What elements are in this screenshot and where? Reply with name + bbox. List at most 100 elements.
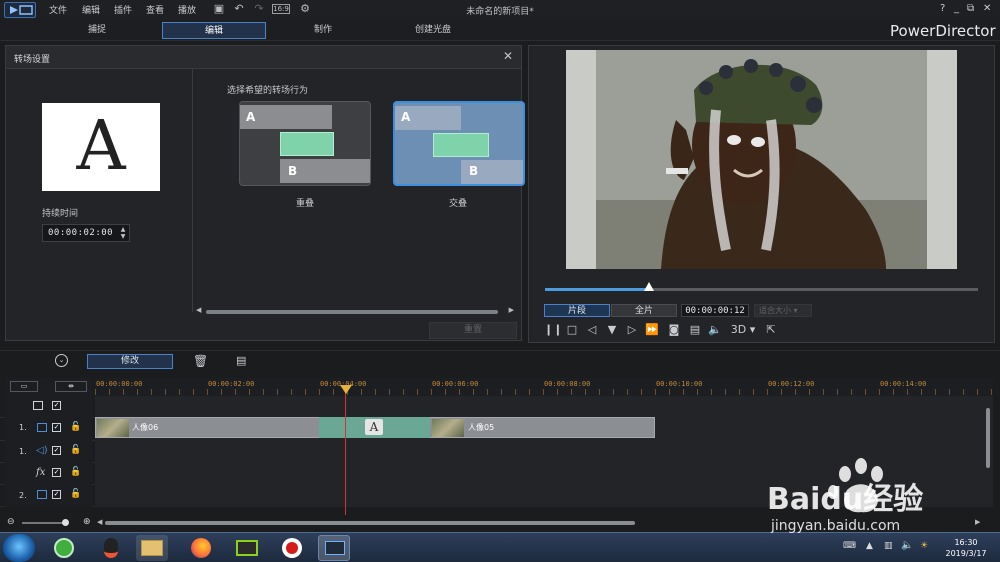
- close-button[interactable]: ✕: [983, 3, 991, 14]
- minimize-button[interactable]: _: [954, 3, 959, 14]
- zoom-in-icon[interactable]: ⊕: [83, 517, 91, 527]
- track-enable-checkbox[interactable]: ✓: [52, 423, 61, 432]
- weather-icon[interactable]: ☀: [920, 541, 928, 551]
- option-overlap-a: A: [246, 110, 256, 124]
- lock-icon[interactable]: 🔓: [70, 445, 81, 455]
- duration-stepper[interactable]: ▲ ▼: [119, 226, 127, 240]
- options-scrollbar[interactable]: ◀ ▶: [196, 306, 514, 316]
- close-icon[interactable]: ✕: [503, 49, 513, 63]
- menu-file[interactable]: 文件: [49, 3, 67, 16]
- duration-label: 持续时间: [42, 209, 79, 219]
- scroll-left-icon[interactable]: ◀: [97, 518, 102, 526]
- preview-viewer: 片段 全片 00:00:00:12 适合大小 ▾ ❙❙ □ ◁ ▼ ▷ ⏩ ◙ …: [528, 45, 995, 343]
- lock-icon[interactable]: 🔓: [70, 422, 81, 432]
- restore-button[interactable]: ⧉: [967, 3, 974, 14]
- panel-title: 转场设置: [14, 55, 51, 65]
- seek-thumb[interactable]: [643, 282, 654, 291]
- taskbar-app-qq[interactable]: [95, 535, 127, 561]
- scrollbar-thumb[interactable]: [105, 521, 635, 525]
- aspect-ratio-icon[interactable]: 16:9: [272, 4, 290, 14]
- duration-value[interactable]: 00:00:02:00: [48, 228, 113, 238]
- subtitle-icon[interactable]: ▤: [687, 322, 703, 338]
- track-enable-checkbox[interactable]: ✓: [52, 490, 61, 499]
- snapshot-icon[interactable]: ◙: [666, 322, 682, 338]
- track-enable-checkbox[interactable]: ✓: [52, 401, 61, 410]
- seek-bar[interactable]: [545, 282, 978, 291]
- taskbar-app-powerdirector[interactable]: [318, 535, 350, 561]
- movie-mode-button[interactable]: 全片: [611, 304, 677, 317]
- menu-play[interactable]: 播放: [178, 3, 196, 16]
- scroll-right-icon[interactable]: ▶: [975, 518, 980, 526]
- clip-properties-icon[interactable]: ▤: [236, 354, 246, 367]
- taskbar-app-editor[interactable]: [231, 535, 263, 561]
- tab-capture[interactable]: 捕捉: [45, 22, 149, 39]
- track-lane[interactable]: 人像06 人像05 A: [95, 415, 993, 441]
- tab-produce[interactable]: 制作: [271, 22, 375, 39]
- scroll-right-icon[interactable]: ▶: [509, 306, 514, 314]
- lock-icon[interactable]: 🔓: [70, 489, 81, 499]
- undo-icon[interactable]: ↶: [232, 2, 246, 16]
- fast-forward-icon[interactable]: ⏩: [644, 322, 660, 338]
- tab-edit[interactable]: 编辑: [162, 22, 266, 39]
- scrollbar-thumb[interactable]: [206, 310, 498, 314]
- tray-arrow-icon[interactable]: ▲: [866, 541, 873, 551]
- lock-icon[interactable]: 🔓: [70, 467, 81, 477]
- tracks-vertical-scrollbar[interactable]: [985, 400, 991, 512]
- tab-create-disc[interactable]: 创建光盘: [381, 22, 485, 39]
- taskbar-app-360[interactable]: [48, 535, 80, 561]
- start-button[interactable]: [3, 534, 35, 562]
- timeline-ruler[interactable]: 00:00:00:00 00:00:02:00 00:00:04:00 00:0…: [95, 378, 993, 396]
- volume-tray-icon[interactable]: 🔈: [901, 540, 913, 551]
- menu-view[interactable]: 查看: [146, 3, 164, 16]
- volume-icon[interactable]: 🔈: [707, 322, 723, 338]
- timecode-display[interactable]: 00:00:00:12: [681, 304, 749, 317]
- clip-mode-button[interactable]: 片段: [544, 304, 610, 317]
- scrollbar-thumb[interactable]: [986, 408, 990, 468]
- zoom-out-icon[interactable]: ⊖: [7, 517, 15, 527]
- clip-name: 人像06: [132, 423, 159, 432]
- track-lane[interactable]: [95, 441, 993, 463]
- pause-icon[interactable]: ❙❙: [544, 322, 562, 338]
- playhead-handle[interactable]: [340, 385, 352, 394]
- fit-select[interactable]: 适合大小 ▾: [754, 304, 812, 317]
- taskbar-app-firefox[interactable]: [185, 535, 217, 561]
- gear-icon[interactable]: ⚙: [298, 2, 312, 16]
- transition-letter: A: [365, 419, 383, 435]
- track-lane[interactable]: [95, 485, 993, 507]
- menu-edit[interactable]: 编辑: [82, 3, 100, 16]
- option-overlap[interactable]: A B: [239, 101, 371, 186]
- timeline-horizontal-scrollbar[interactable]: [105, 520, 975, 526]
- taskbar-app-recorder[interactable]: [276, 535, 308, 561]
- menu-plugins[interactable]: 插件: [114, 3, 132, 16]
- expand-icon[interactable]: ⌄: [55, 354, 68, 367]
- next-frame-icon[interactable]: ▷: [624, 322, 640, 338]
- system-clock[interactable]: 16:30 2019/3/17: [936, 537, 996, 559]
- option-cross[interactable]: A B: [393, 101, 525, 186]
- zoom-slider-thumb[interactable]: [62, 519, 69, 526]
- help-button[interactable]: ?: [940, 3, 945, 14]
- transition-block[interactable]: A: [319, 417, 430, 438]
- save-icon[interactable]: ▣: [212, 2, 226, 16]
- track-enable-checkbox[interactable]: ✓: [52, 446, 61, 455]
- stop-icon[interactable]: □: [564, 322, 580, 338]
- track-lane[interactable]: [95, 463, 993, 485]
- redo-icon[interactable]: ↷: [252, 2, 266, 16]
- trash-icon[interactable]: 🗑: [193, 354, 208, 368]
- fit-timeline-icon[interactable]: ⇼: [55, 381, 87, 392]
- taskbar-app-explorer[interactable]: [136, 535, 168, 561]
- keyboard-icon[interactable]: ⌨: [843, 541, 856, 551]
- modify-button[interactable]: 修改: [87, 354, 173, 369]
- previous-frame-icon[interactable]: ◁: [584, 322, 600, 338]
- track-enable-checkbox[interactable]: ✓: [52, 468, 61, 477]
- undock-icon[interactable]: ⇱: [763, 322, 779, 338]
- master-track-icon: [33, 401, 43, 410]
- duration-input[interactable]: 00:00:02:00 ▲ ▼: [42, 224, 130, 242]
- three-d-toggle[interactable]: 3D ▾: [728, 322, 758, 338]
- scroll-left-icon[interactable]: ◀: [196, 306, 201, 314]
- storyboard-view-icon[interactable]: ▭: [10, 381, 38, 392]
- reset-button[interactable]: 重置: [429, 322, 517, 339]
- audio-track-icon: ◁): [36, 445, 48, 456]
- mark-icon[interactable]: ▼: [604, 322, 620, 338]
- network-icon[interactable]: ▥: [884, 541, 893, 551]
- playhead-line[interactable]: [345, 385, 346, 515]
